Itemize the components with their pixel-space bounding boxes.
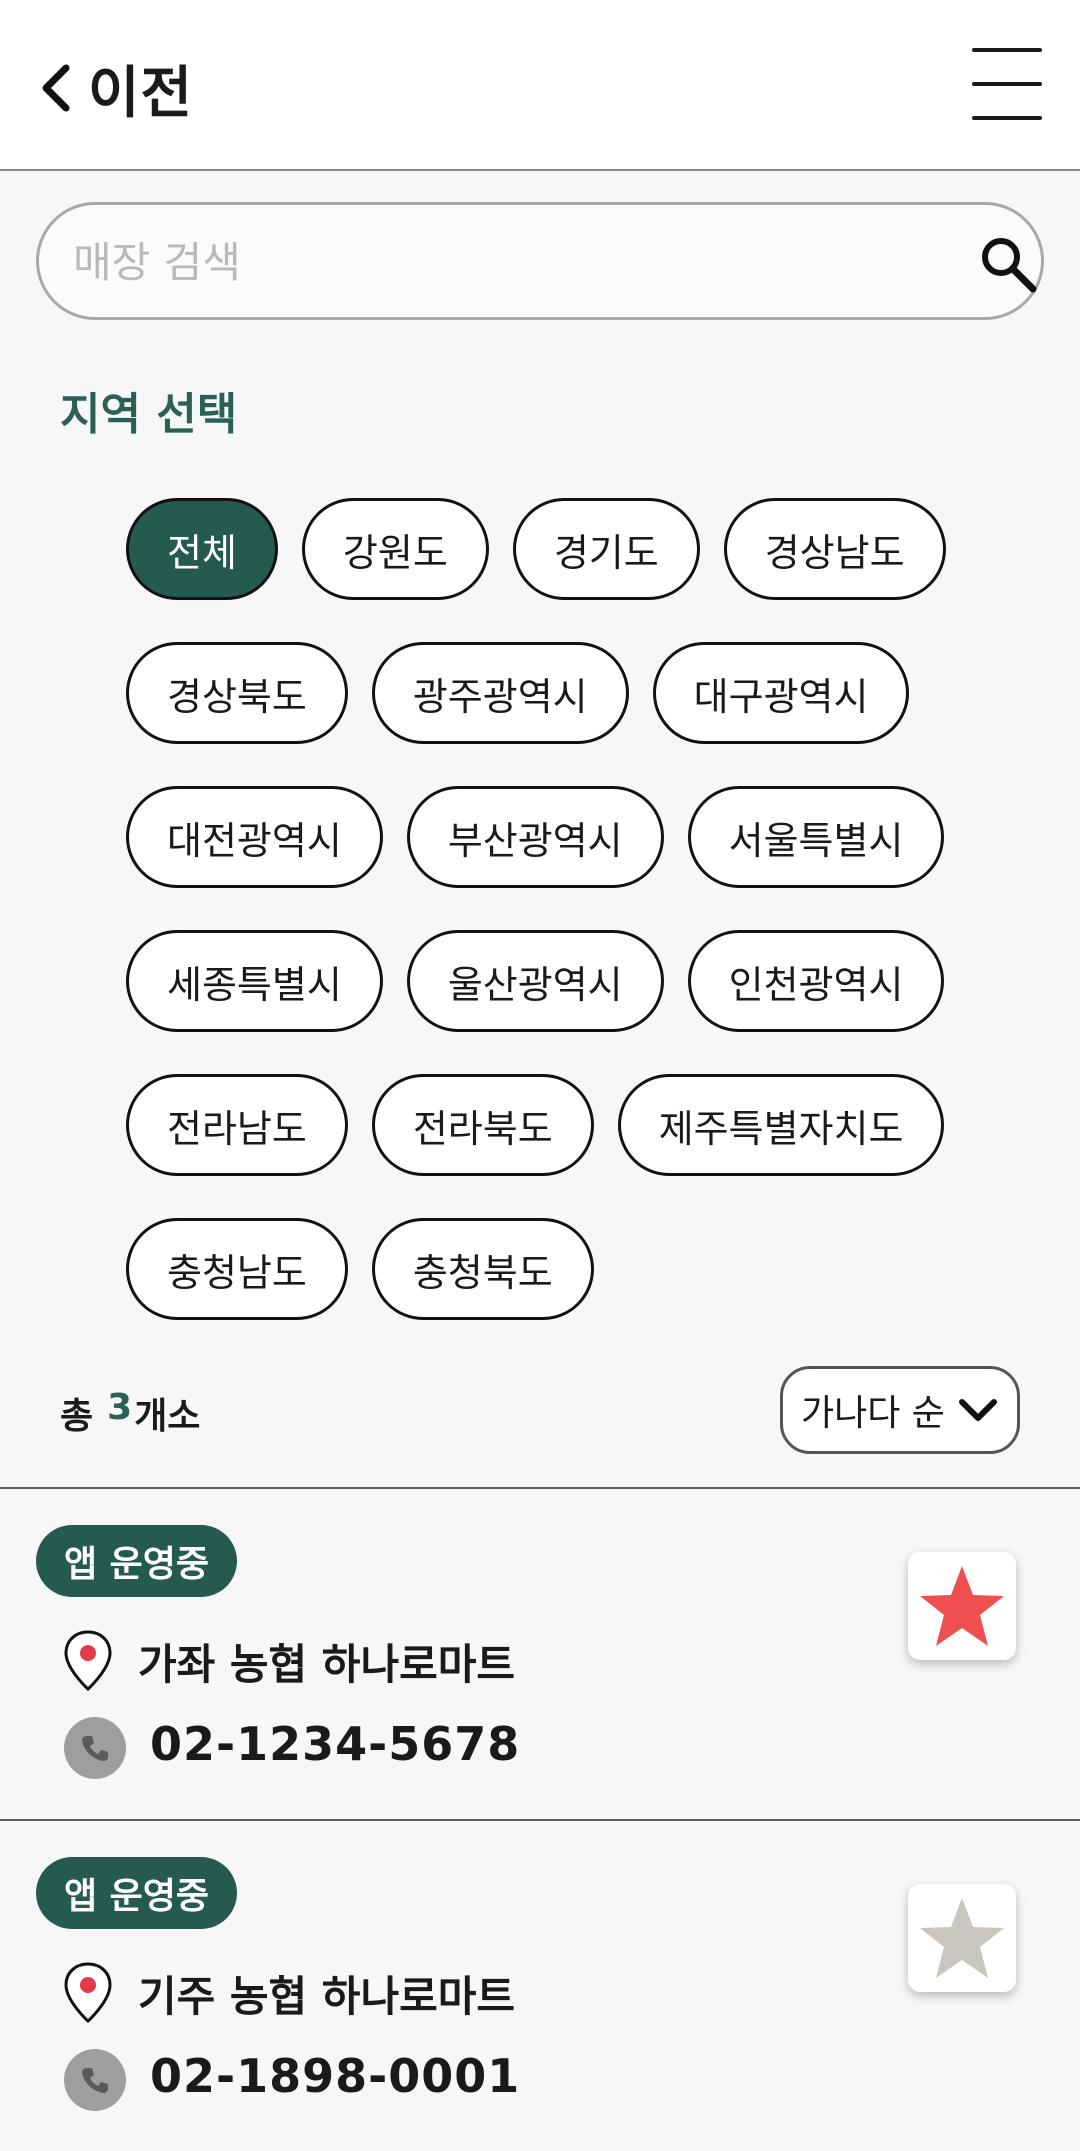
region-section-title: 지역 선택 [60, 389, 238, 440]
search-icon[interactable] [977, 233, 1039, 295]
result-count: 총 3 개소 [60, 1387, 200, 1439]
store-search-box [36, 202, 1044, 320]
sort-dropdown[interactable]: 가나다 순 [780, 1366, 1020, 1454]
phone-icon [64, 2049, 126, 2111]
location-pin-icon [64, 1630, 112, 1692]
hamburger-menu-icon[interactable] [968, 46, 1044, 122]
location-pin-icon [64, 1962, 112, 2024]
region-chip[interactable]: 경상남도 [723, 498, 946, 600]
phone-icon [64, 1717, 126, 1779]
store-list-item[interactable]: 앱 운영중 기주 농협 하나로마트 02-1898-0001 [0, 1821, 1080, 2151]
region-chip[interactable]: 광주광역시 [371, 642, 629, 744]
region-chip-list: 전체 강원도 경기도 경상남도경상북도 광주광역시 대구광역시대전광역시 부산광역시 서울특별… [126, 498, 1006, 1362]
search-input[interactable] [73, 225, 913, 299]
region-chip[interactable]: 인천광역시 [687, 930, 945, 1032]
star-outline-icon [920, 1898, 1004, 1978]
region-chip[interactable]: 충청남도 [126, 1218, 348, 1320]
favorite-star-button[interactable] [908, 1884, 1016, 1992]
region-chip[interactable]: 강원도 [301, 498, 489, 600]
region-chip-row: 경상북도 광주광역시 대구광역시 [126, 642, 1006, 744]
region-chip-row: 대전광역시 부산광역시 서울특별시 [126, 786, 1006, 888]
chevron-down-icon [958, 1399, 997, 1421]
region-chip[interactable]: 충청북도 [371, 1218, 594, 1320]
region-chip[interactable]: 제주특별자치도 [617, 1074, 945, 1176]
chevron-left-icon [42, 64, 70, 112]
region-chip-row: 전체 강원도 경기도 경상남도 [126, 498, 1006, 600]
sort-label: 가나다 순 [801, 1393, 945, 1434]
region-chip[interactable]: 전라남도 [126, 1074, 348, 1176]
region-chip[interactable]: 전체 [126, 498, 278, 600]
favorite-star-button[interactable] [908, 1552, 1016, 1660]
region-chip[interactable]: 대전광역시 [126, 786, 383, 888]
count-suffix: 개소 [134, 1396, 201, 1437]
region-chip-row: 충청남도 충청북도 [126, 1218, 1006, 1320]
top-bar: 이전 [0, 0, 1080, 171]
region-chip[interactable]: 울산광역시 [406, 930, 664, 1032]
store-list-item[interactable]: 앱 운영중 가좌 농협 하나로마트 02-1234-5678 [0, 1489, 1080, 1819]
store-phone[interactable]: 02-1898-0001 [150, 2049, 520, 2103]
region-chip[interactable]: 경기도 [512, 498, 700, 600]
region-chip-row: 전라남도 전라북도 제주특별자치도 [126, 1074, 1006, 1176]
status-badge: 앱 운영중 [36, 1525, 238, 1597]
store-phone[interactable]: 02-1234-5678 [150, 1717, 520, 1771]
region-chip[interactable]: 부산광역시 [406, 786, 664, 888]
count-prefix: 총 [60, 1396, 94, 1437]
region-chip[interactable]: 경상북도 [126, 642, 348, 744]
store-name: 기주 농협 하나로마트 [138, 1972, 516, 2021]
region-chip[interactable]: 대구광역시 [652, 642, 910, 744]
status-badge: 앱 운영중 [36, 1857, 238, 1929]
back-button[interactable]: 이전 [38, 48, 193, 128]
region-chip[interactable]: 서울특별시 [687, 786, 945, 888]
back-label: 이전 [88, 60, 194, 126]
region-chip[interactable]: 전라북도 [371, 1074, 594, 1176]
region-chip-row: 세종특별시 울산광역시 인천광역시 [126, 930, 1006, 1032]
star-filled-icon [920, 1566, 1004, 1646]
region-chip[interactable]: 세종특별시 [126, 930, 383, 1032]
count-number: 3 [107, 1387, 133, 1428]
store-name: 가좌 농협 하나로마트 [138, 1640, 516, 1689]
